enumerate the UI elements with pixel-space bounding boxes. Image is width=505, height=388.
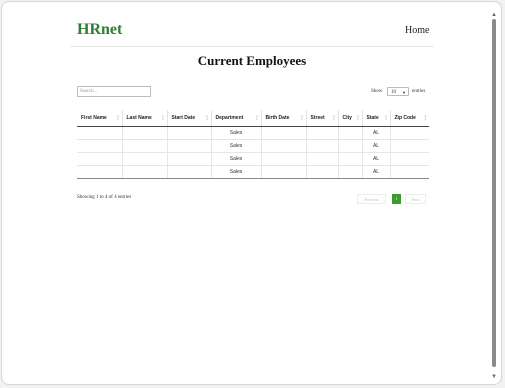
sort-arrows-icon: ▲ ▼ <box>255 114 259 121</box>
table-info: Showing 1 to 4 of 4 entries <box>77 195 132 200</box>
logo[interactable]: HRnet <box>77 21 122 39</box>
sort-arrows-icon: ▲ ▼ <box>205 114 209 121</box>
table-cell <box>337 165 362 179</box>
table-row: Sales AL <box>77 139 429 153</box>
table-body: Sales AL Sales AL Sales AL Sales AL <box>77 126 429 179</box>
sort-arrows-icon: ▲ ▼ <box>356 114 360 121</box>
next-page-button[interactable]: Next <box>405 194 426 204</box>
table-row: Sales AL <box>77 165 429 179</box>
table-cell <box>166 126 211 140</box>
column-header[interactable]: Birth Date ▲ ▼ <box>260 110 306 127</box>
table-cell <box>77 152 122 166</box>
column-header[interactable]: State ▲ ▼ <box>361 110 390 127</box>
previous-page-button[interactable]: Previous <box>357 194 386 204</box>
column-header-label: Department <box>215 115 244 121</box>
table-cell: AL <box>361 139 390 153</box>
table-cell <box>305 126 338 140</box>
sort-arrows-icon: ▲ ▼ <box>384 114 388 121</box>
show-label: Show <box>371 89 383 94</box>
entries-label: entries <box>412 89 426 94</box>
table-cell <box>337 152 362 166</box>
chevron-down-icon: ▼ <box>402 90 406 95</box>
sort-arrows-icon: ▲ ▼ <box>424 114 427 121</box>
column-header-label: Start Date <box>171 115 196 121</box>
table-cell <box>389 126 429 140</box>
sort-arrows-icon: ▲ ▼ <box>332 114 336 121</box>
table-cell <box>166 165 211 179</box>
table-cell: AL <box>361 152 390 166</box>
column-header-label: Zip Code <box>394 115 416 121</box>
header-divider <box>70 46 434 47</box>
sort-arrows-icon: ▲ ▼ <box>161 114 165 121</box>
column-header-label: City <box>342 115 352 121</box>
table-cell <box>260 126 306 140</box>
table-cell <box>77 126 122 140</box>
table-cell <box>389 165 429 179</box>
table-cell: AL <box>361 165 390 179</box>
table-cell <box>166 139 211 153</box>
search-input[interactable]: Search... <box>77 86 151 97</box>
browser-viewport: HRnet Home Current Employees Search... S… <box>1 1 502 385</box>
table-cell: Sales <box>210 165 261 179</box>
entries-select[interactable]: 10 ▼ <box>387 87 409 96</box>
table-cell <box>77 165 122 179</box>
table-row: Sales AL <box>77 126 429 140</box>
page-title: Current Employees <box>197 53 307 68</box>
table-row: Sales AL <box>77 152 429 166</box>
scroll-down-arrow-icon[interactable]: ▼ <box>491 374 497 380</box>
table-cell <box>121 152 167 166</box>
column-header[interactable]: Start Date ▲ ▼ <box>166 110 211 127</box>
column-header[interactable]: Last Name ▲ ▼ <box>121 110 167 127</box>
column-header-label: Street <box>310 115 325 121</box>
table-cell <box>260 165 306 179</box>
table-cell: Sales <box>210 152 261 166</box>
table-cell <box>337 139 362 153</box>
table-cell <box>260 139 306 153</box>
table-cell <box>121 165 167 179</box>
column-header-label: Birth Date <box>265 115 290 121</box>
sort-arrows-icon: ▲ ▼ <box>300 114 304 121</box>
column-header[interactable]: Zip Code ▲ ▼ <box>389 110 429 127</box>
table-cell <box>121 139 167 153</box>
table-cell <box>166 152 211 166</box>
employees-table: First Name ▲ ▼ Last Name ▲ ▼ Start Date ▲ ▼ Depar… <box>77 110 429 179</box>
table-cell: Sales <box>210 139 261 153</box>
column-header-label: State <box>366 115 379 121</box>
scrollbar-thumb[interactable] <box>492 19 496 367</box>
column-header[interactable]: Street ▲ ▼ <box>305 110 338 127</box>
column-header-label: Last Name <box>126 115 152 121</box>
entries-select-value: 10 <box>391 90 396 95</box>
table-cell <box>121 126 167 140</box>
column-header[interactable]: Department ▲ ▼ <box>210 110 261 127</box>
table-cell: AL <box>361 126 390 140</box>
table-cell <box>389 152 429 166</box>
sort-arrows-icon: ▲ ▼ <box>116 114 120 121</box>
table-cell <box>305 152 338 166</box>
table-cell <box>305 165 338 179</box>
page-1-button[interactable]: 1 <box>392 194 401 204</box>
table-cell <box>305 139 338 153</box>
table-cell <box>337 126 362 140</box>
scroll-up-arrow-icon[interactable]: ▲ <box>491 12 497 18</box>
table-header-row: First Name ▲ ▼ Last Name ▲ ▼ Start Date ▲ ▼ Depar… <box>77 110 429 127</box>
column-header-label: First Name <box>81 115 107 121</box>
column-header[interactable]: First Name ▲ ▼ <box>77 110 122 127</box>
column-header[interactable]: City ▲ ▼ <box>337 110 362 127</box>
nav-home-link[interactable]: Home <box>405 25 429 36</box>
table-cell <box>77 139 122 153</box>
table-cell <box>260 152 306 166</box>
table-cell <box>389 139 429 153</box>
table-cell: Sales <box>210 126 261 140</box>
